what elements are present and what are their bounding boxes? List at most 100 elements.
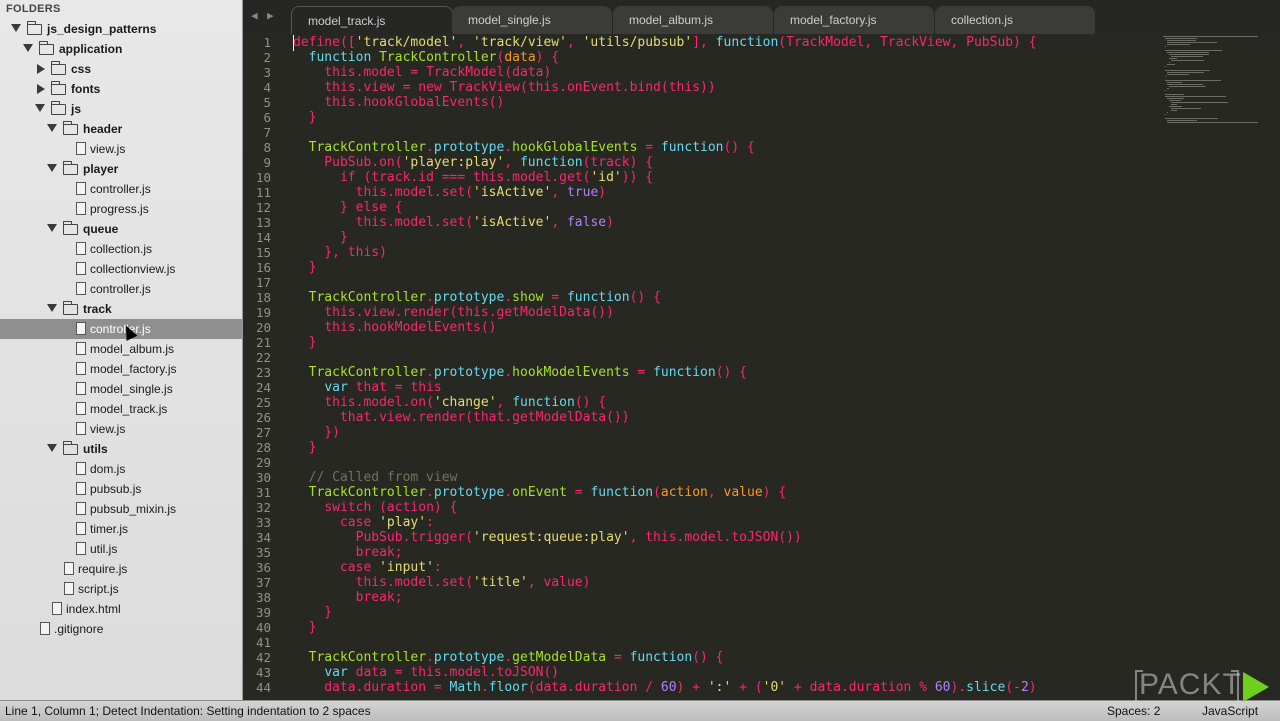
file-item[interactable]: view.js <box>0 139 242 159</box>
file-item[interactable]: script.js <box>0 579 242 599</box>
code-token: 60 <box>934 680 951 695</box>
code-token: 'request:queue:play' <box>473 530 630 545</box>
disclosure-down-icon[interactable] <box>47 124 57 132</box>
tab-prev-icon[interactable]: ◀ <box>251 9 258 22</box>
code-token: prototype <box>433 365 505 380</box>
code-line: } <box>293 620 317 635</box>
editor-tab[interactable]: model_album.js <box>613 6 773 34</box>
editor-tab[interactable]: model_track.js <box>291 6 453 35</box>
code-line: case 'input': <box>293 560 442 575</box>
file-item[interactable]: model_album.js <box>0 339 242 359</box>
code-token: 60 <box>660 680 677 695</box>
minimap-line <box>1167 82 1182 83</box>
folder-item[interactable]: fonts <box>0 79 242 99</box>
minimap-line <box>1167 40 1196 41</box>
disclosure-down-icon[interactable] <box>11 24 21 32</box>
code-token: = <box>394 665 403 680</box>
disclosure-down-icon[interactable] <box>47 444 57 452</box>
file-item[interactable]: dom.js <box>0 459 242 479</box>
minimap-line <box>1171 56 1203 57</box>
editor-tab[interactable]: collection.js <box>935 6 1095 34</box>
code-token: (TrackModel, TrackView, PubSub) { <box>778 35 1037 50</box>
file-item[interactable]: require.js <box>0 559 242 579</box>
disclosure-down-icon[interactable] <box>35 104 45 112</box>
folder-item[interactable]: track <box>0 299 242 319</box>
folder-item[interactable]: utils <box>0 439 242 459</box>
disclosure-down-icon[interactable] <box>47 164 57 172</box>
disclosure-down-icon[interactable] <box>47 224 57 232</box>
file-item[interactable]: collection.js <box>0 239 242 259</box>
minimap-line <box>1163 36 1258 37</box>
file-item[interactable]: index.html <box>0 599 242 619</box>
code-line: break; <box>293 545 403 560</box>
folder-icon <box>51 61 66 75</box>
minimap[interactable] <box>1163 34 1273 144</box>
file-item[interactable]: util.js <box>0 539 242 559</box>
code-line: } else { <box>293 200 403 215</box>
line-number: 3 <box>263 65 271 80</box>
file-item[interactable]: model_track.js <box>0 399 242 419</box>
folder-item[interactable]: player <box>0 159 242 179</box>
disclosure-right-icon[interactable] <box>37 64 45 74</box>
disclosure-down-icon[interactable] <box>47 304 57 312</box>
code-token: ) <box>379 245 387 260</box>
file-item[interactable]: pubsub.js <box>0 479 242 499</box>
code-token: = <box>566 485 591 500</box>
tab-label: model_track.js <box>308 14 386 28</box>
code-token: that.view.render(that.getModelData()) <box>293 410 630 425</box>
disclosure-down-icon[interactable] <box>23 44 33 52</box>
folder-item[interactable]: css <box>0 59 242 79</box>
folder-item[interactable]: header <box>0 119 242 139</box>
file-item[interactable]: timer.js <box>0 519 242 539</box>
file-item[interactable]: model_factory.js <box>0 359 242 379</box>
file-item[interactable]: view.js <box>0 419 242 439</box>
file-item[interactable]: model_single.js <box>0 379 242 399</box>
code-token: + <box>692 680 701 695</box>
minimap-line <box>1169 86 1206 87</box>
folder-item[interactable]: queue <box>0 219 242 239</box>
file-item[interactable]: progress.js <box>0 199 242 219</box>
code-token: : <box>433 560 442 575</box>
line-number: 22 <box>255 350 271 365</box>
code-token: , value) <box>527 575 591 590</box>
file-icon <box>76 262 86 275</box>
tree-item-label: script.js <box>78 582 119 596</box>
code-token: . <box>480 680 489 695</box>
line-number: 11 <box>255 185 271 200</box>
folder-item[interactable]: js <box>0 99 242 119</box>
code-token: PubSub.trigger( <box>293 530 474 545</box>
tree-item-label: js_design_patterns <box>47 22 157 36</box>
code-token: TrackController <box>308 290 427 305</box>
tree-item-label: utils <box>83 442 108 456</box>
code-token: : <box>426 515 434 530</box>
file-item[interactable]: controller.js <box>0 279 242 299</box>
file-item[interactable]: collectionview.js <box>0 259 242 279</box>
sidebar: FOLDERS js_design_patterns application css… <box>0 0 243 700</box>
code-token: 'utils/pubsub' <box>582 35 693 50</box>
code-token: function <box>590 485 654 500</box>
minimap-line <box>1169 58 1177 59</box>
folder-icon <box>39 41 54 55</box>
minimap-line <box>1167 64 1175 65</box>
folder-item[interactable]: application <box>0 39 242 59</box>
code-token: . <box>504 485 513 500</box>
file-item[interactable]: .gitignore <box>0 619 242 639</box>
line-number: 39 <box>255 605 271 620</box>
minimap-line <box>1165 94 1184 95</box>
file-item[interactable]: controller.js <box>0 179 242 199</box>
code-token: , <box>566 35 583 50</box>
disclosure-right-icon[interactable] <box>37 84 45 94</box>
code-line: this.model.set('isActive', true) <box>293 185 606 200</box>
file-item[interactable]: pubsub_mixin.js <box>0 499 242 519</box>
editor-tab[interactable]: model_factory.js <box>774 6 934 34</box>
code-token: function <box>308 50 372 65</box>
tab-next-icon[interactable]: ▶ <box>267 9 274 22</box>
editor-tab[interactable]: model_single.js <box>452 6 612 34</box>
code-line: function TrackController(data) { <box>293 50 559 65</box>
folder-item[interactable]: js_design_patterns <box>0 19 242 39</box>
code-token: } <box>293 620 317 635</box>
code-editor[interactable]: 1 2 3 4 5 6 7 8 9 10 11 12 13 14 15 16 17 18 19 20 21 22 23 24 2… <box>243 34 1280 700</box>
